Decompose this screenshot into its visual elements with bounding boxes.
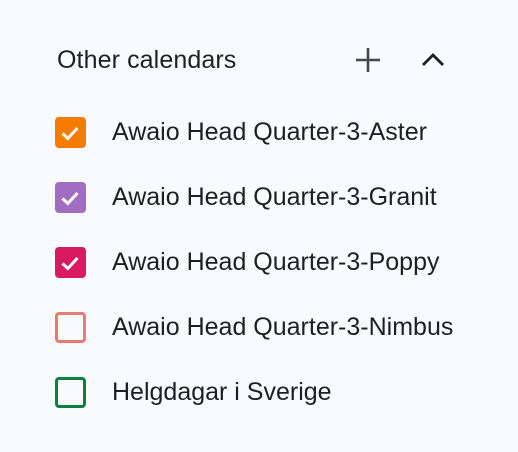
plus-icon	[356, 48, 380, 72]
checkbox-box	[54, 117, 86, 148]
collapse-section-button[interactable]	[411, 38, 455, 82]
calendar-checkbox[interactable]	[52, 375, 88, 411]
calendar-checkbox[interactable]	[52, 310, 88, 346]
chevron-up-icon	[422, 53, 444, 66]
calendar-list: Awaio Head Quarter-3-Aster Awaio Head Qua…	[52, 100, 492, 425]
calendar-label: Awaio Head Quarter-3-Nimbus	[112, 313, 454, 341]
checkmark-icon	[61, 256, 79, 271]
calendar-label: Awaio Head Quarter-3-Aster	[112, 118, 427, 146]
calendar-item[interactable]: Awaio Head Quarter-3-Poppy	[52, 230, 492, 295]
checkbox-box	[54, 312, 86, 343]
calendar-checkbox[interactable]	[52, 180, 88, 216]
calendar-item[interactable]: Helgdagar i Sverige	[52, 360, 492, 425]
calendar-item[interactable]: Awaio Head Quarter-3-Aster	[52, 100, 492, 165]
checkbox-box	[54, 247, 86, 278]
calendar-item[interactable]: Awaio Head Quarter-3-Granit	[52, 165, 492, 230]
calendar-checkbox[interactable]	[52, 115, 88, 151]
calendar-label: Awaio Head Quarter-3-Granit	[112, 183, 437, 211]
other-calendars-panel: Other calendars Awaio Head Quarter-3-Ast…	[0, 0, 518, 452]
checkbox-box	[54, 182, 86, 213]
calendar-checkbox[interactable]	[52, 245, 88, 281]
checkmark-icon	[61, 191, 79, 206]
calendar-label: Helgdagar i Sverige	[112, 378, 332, 406]
checkbox-box	[54, 377, 86, 408]
add-calendar-button[interactable]	[346, 38, 390, 82]
other-calendars-header: Other calendars	[57, 38, 457, 82]
checkmark-icon	[61, 126, 79, 141]
section-title: Other calendars	[57, 45, 237, 74]
calendar-item[interactable]: Awaio Head Quarter-3-Nimbus	[52, 295, 492, 360]
calendar-label: Awaio Head Quarter-3-Poppy	[112, 248, 440, 276]
